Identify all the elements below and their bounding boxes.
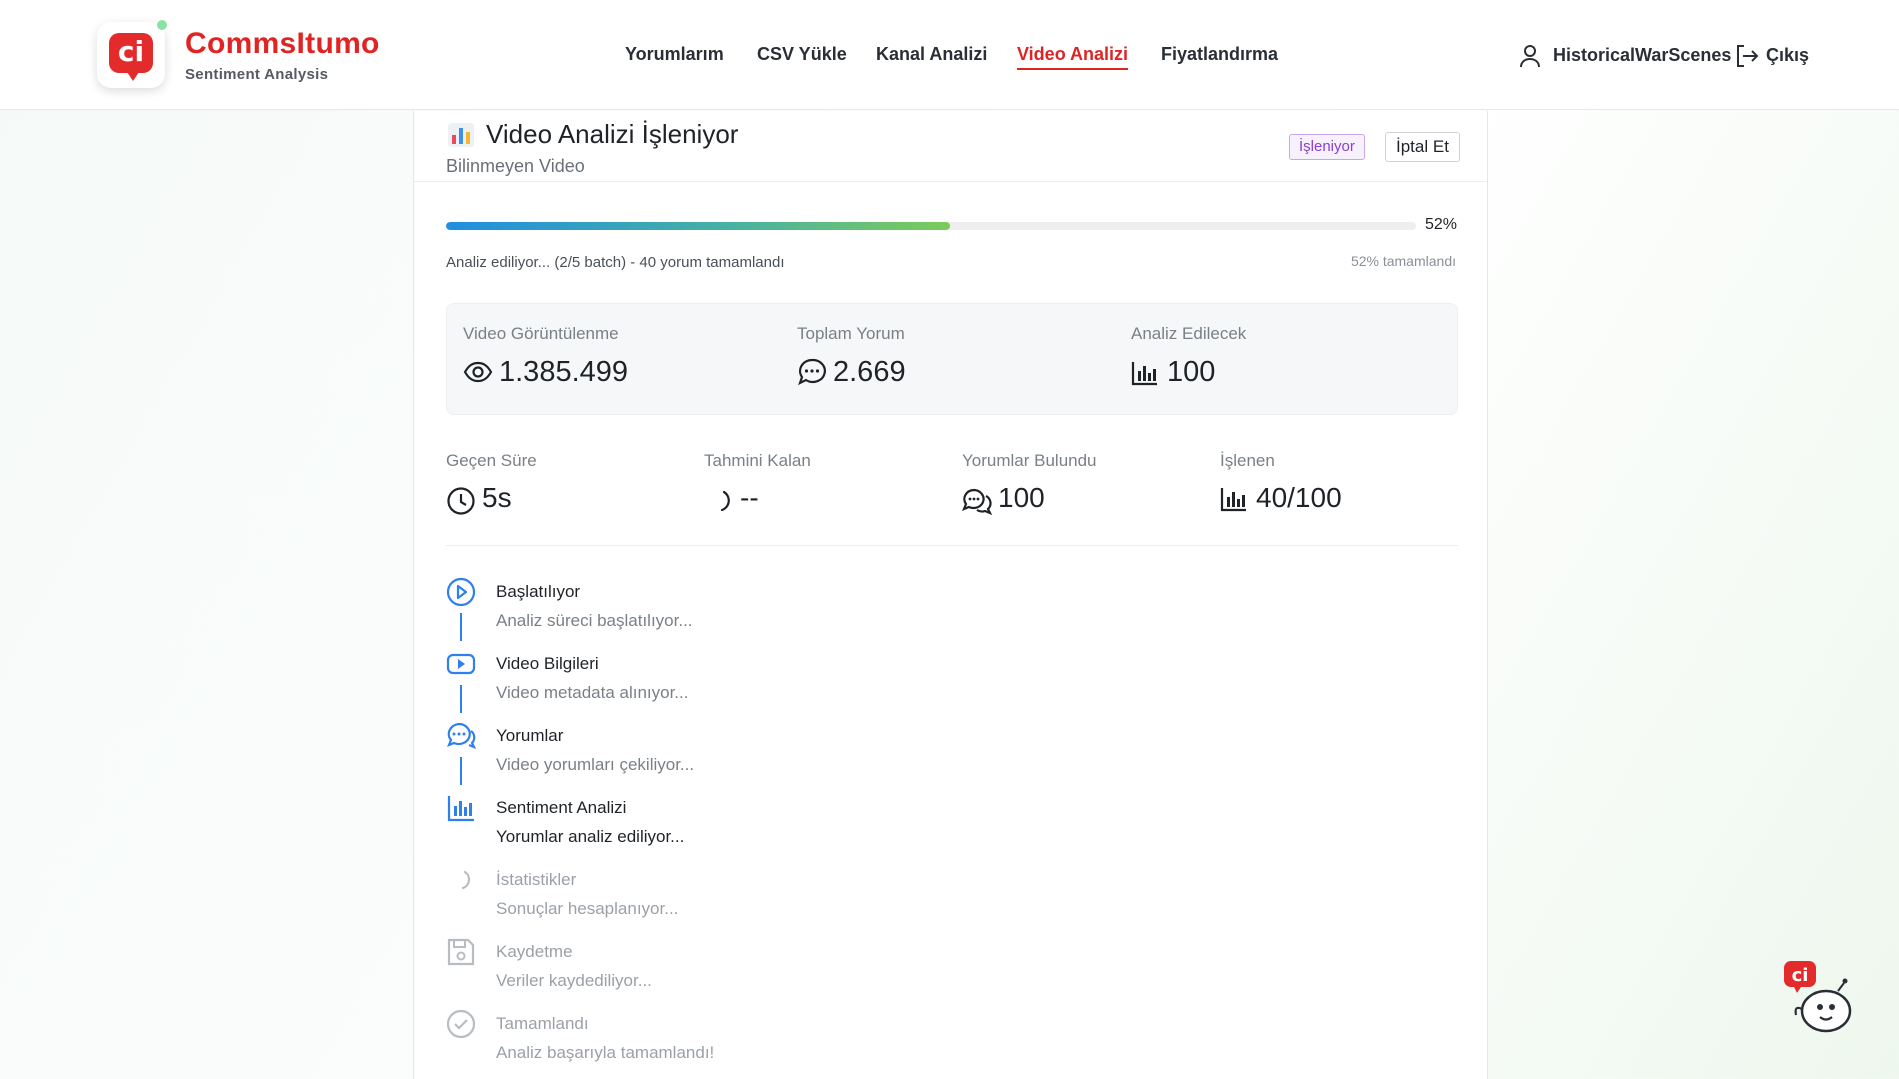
step-description: Video yorumları çekiliyor...	[496, 755, 695, 774]
save-icon	[446, 937, 476, 967]
step-title: Sentiment Analizi	[496, 798, 627, 817]
eye-icon	[463, 360, 493, 389]
comments-icon	[446, 721, 477, 751]
step-description: Yorumlar analiz ediliyor...	[496, 827, 685, 846]
step-title: Video Bilgileri	[496, 654, 599, 673]
step-connector	[460, 613, 462, 641]
step-comments: Yorumlar Video yorumları çekiliyor...	[446, 721, 1046, 793]
video-analysis-card: Video Analizi İşleniyor Bilinmeyen Video…	[413, 111, 1488, 1079]
step-saving: Kaydetme Veriler kaydediliyor...	[446, 937, 1046, 1009]
meta-value: 5s	[482, 482, 512, 513]
step-completed: Tamamlandı Analiz başarıyla tamamlandı!	[446, 1009, 1046, 1079]
active-nav-underline	[1017, 68, 1129, 70]
step-video-info: Video Bilgileri Video metadata alınıyor.…	[446, 649, 1046, 721]
stat-label: Toplam Yorum	[797, 324, 905, 343]
section-divider	[446, 545, 1458, 546]
video-subtitle: Bilinmeyen Video	[446, 156, 585, 176]
page-title: Video Analizi İşleniyor	[486, 119, 739, 149]
meta-value: --	[740, 482, 759, 513]
nav-item-csv-yukle[interactable]: CSV Yükle	[757, 44, 847, 65]
meta-value: 40/100	[1256, 482, 1342, 513]
progress-percent: 52%	[1425, 216, 1458, 233]
clock-icon	[446, 486, 476, 521]
play-circle-icon	[446, 577, 476, 607]
step-title: İstatistikler	[496, 870, 577, 889]
nav-item-fiyatlandirma[interactable]: Fiyatlandırma	[1161, 44, 1278, 65]
progress-status-text: Analiz ediliyor... (2/5 batch) - 40 yoru…	[446, 254, 785, 271]
meta-label: Geçen Süre	[446, 451, 537, 470]
bar-chart-icon	[1220, 486, 1248, 517]
stat-label: Analiz Edilecek	[1131, 324, 1247, 343]
chat-assistant-mascot-button[interactable]: ci	[1780, 955, 1860, 1035]
nav-item-yorumlarim[interactable]: Yorumlarım	[625, 44, 724, 65]
spinner-icon	[446, 865, 476, 895]
mascot-logo-text: ci	[1792, 965, 1809, 986]
step-sentiment-analysis: Sentiment Analizi Yorumlar analiz ediliy…	[446, 793, 1046, 865]
brand-logo[interactable]: ci	[97, 22, 165, 88]
status-badge: İşleniyor	[1289, 134, 1365, 160]
online-status-dot	[155, 18, 169, 32]
step-statistics: İstatistikler Sonuçlar hesaplanıyor...	[446, 865, 1046, 937]
step-title: Yorumlar	[496, 726, 564, 745]
nav-item-kanal-analizi[interactable]: Kanal Analizi	[876, 44, 987, 65]
bar-chart-emoji-icon	[448, 123, 474, 152]
check-circle-icon	[446, 1009, 476, 1039]
logout-icon[interactable]	[1734, 43, 1760, 74]
bar-chart-icon	[446, 793, 476, 823]
progress-bar	[446, 222, 1416, 230]
step-title: Kaydetme	[496, 942, 573, 961]
brand-name[interactable]: CommsItumo	[185, 27, 380, 61]
stat-value: 1.385.499	[499, 356, 629, 388]
top-navbar: ci CommsItumo Sentiment Analysis Yorumla…	[0, 0, 1899, 110]
step-start: Başlatılıyor Analiz süreci başlatılıyor.…	[446, 577, 1046, 649]
step-connector	[460, 685, 462, 713]
stat-value: 100	[1167, 356, 1216, 388]
step-connector	[460, 757, 462, 785]
logo-chat-bubble-icon: ci	[109, 33, 153, 81]
comments-icon	[962, 486, 994, 521]
stat-value: 2.669	[833, 356, 906, 388]
comment-icon	[797, 358, 827, 392]
step-description: Analiz süreci başlatılıyor...	[496, 611, 693, 630]
meta-label: Tahmini Kalan	[704, 451, 811, 470]
brand-tagline: Sentiment Analysis	[185, 66, 329, 83]
logout-link[interactable]: Çıkış	[1766, 45, 1809, 66]
spinner-icon	[704, 486, 734, 521]
step-title: Tamamlandı	[496, 1014, 589, 1033]
nav-item-video-analizi[interactable]: Video Analizi	[1017, 44, 1129, 70]
stat-label: Video Görüntülenme	[463, 324, 619, 343]
progress-done-text: 52% tamamlandı	[1350, 253, 1456, 269]
meta-label: İşlenen	[1220, 451, 1275, 470]
progress-meta-row: Geçen Süre 5s Tahmini Kalan -- Yorumlar …	[446, 431, 1458, 516]
step-title: Başlatılıyor	[496, 582, 581, 601]
meta-value: 100	[998, 482, 1045, 513]
meta-label: Yorumlar Bulundu	[962, 451, 1097, 470]
step-description: Video metadata alınıyor...	[496, 683, 689, 702]
youtube-icon	[446, 649, 476, 679]
user-icon[interactable]	[1518, 43, 1542, 74]
video-stats-box: Video Görüntülenme 1.385.499 Toplam Yoru…	[446, 303, 1458, 415]
cancel-button[interactable]: İptal Et	[1385, 132, 1460, 162]
user-name[interactable]: HistoricalWarScenes	[1553, 45, 1731, 66]
step-description: Sonuçlar hesaplanıyor...	[496, 899, 679, 918]
progress-bar-fill	[446, 222, 951, 230]
header-divider	[414, 181, 1487, 182]
bar-chart-icon	[1131, 360, 1159, 391]
step-description: Veriler kaydediliyor...	[496, 971, 652, 990]
nav-item-label: Video Analizi	[1017, 44, 1129, 64]
step-description: Analiz başarıyla tamamlandı!	[496, 1043, 715, 1062]
mascot-icon: ci	[1784, 961, 1852, 1033]
